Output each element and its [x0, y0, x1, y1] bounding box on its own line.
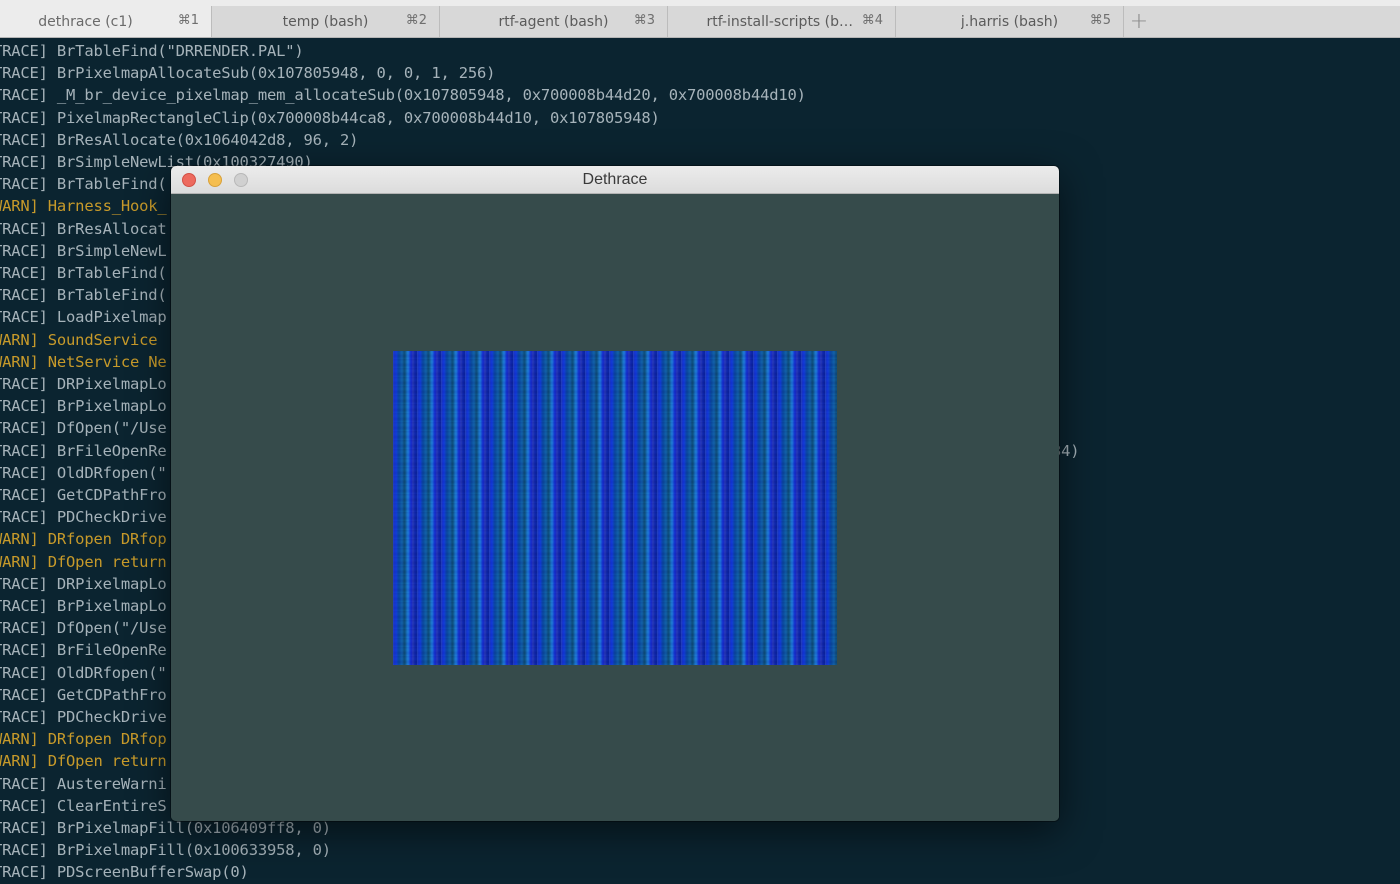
tab-j-harris[interactable]: j.harris (bash) ⌘5 [896, 6, 1124, 37]
minimize-button[interactable] [208, 173, 222, 187]
tab-shortcut: ⌘4 [861, 13, 883, 28]
terminal-line: TRACE] OldDRfopen(" [0, 663, 167, 682]
terminal-line: TRACE] BrPixelmapLo [0, 397, 167, 416]
terminal-line: TRACE] BrResAllocate(0x1064042d8, 96, 2) [0, 130, 359, 149]
tab-shortcut: ⌘5 [1089, 13, 1111, 28]
tab-shortcut: ⌘2 [405, 13, 427, 28]
terminal-line: TRACE] BrTableFind( [0, 264, 167, 282]
tab-label: j.harris (bash) [960, 13, 1059, 30]
terminal-line: TRACE] _M_br_device_pixelmap_mem_allocat… [0, 86, 806, 105]
terminal-line: TRACE] BrTableFind( [0, 175, 167, 194]
zoom-button[interactable] [234, 173, 248, 187]
tab-label: dethrace (c1) [38, 13, 133, 30]
terminal-line: WARN] DfOpen return [0, 752, 167, 771]
terminal-line: WARN] SoundService [0, 330, 158, 349]
terminal-line: TRACE] LoadPixelmap [0, 308, 167, 327]
terminal-line: TRACE] DfOpen("/Use [0, 619, 167, 638]
terminal-line: WARN] DRfopen DRfop [0, 730, 167, 749]
window-title: Dethrace [582, 171, 648, 188]
window-titlebar[interactable]: Dethrace [171, 166, 1059, 194]
terminal-line: TRACE] BrPixelmapFill(0x100633958, 0) [0, 841, 331, 860]
tab-label: rtf-agent (bash) [498, 13, 609, 30]
terminal-line: TRACE] GetCDPathFro [0, 486, 167, 504]
terminal-line: TRACE] BrFileOpenRe [0, 641, 167, 660]
terminal-line: TRACE] GetCDPathFro [0, 685, 167, 704]
terminal-line: TRACE] AustereWarni [0, 774, 167, 793]
desktop: dethrace (c1) ⌘1 temp (bash) ⌘2 rtf-agen… [0, 0, 1400, 884]
terminal-line: TRACE] BrSimpleNewL [0, 241, 167, 260]
terminal-line: TRACE] DfOpen("/Use [0, 419, 167, 438]
tab-rtf-install-scripts[interactable]: rtf-install-scripts (ba... ⌘4 [668, 6, 896, 37]
terminal-line: TRACE] DRPixelmapLo [0, 375, 167, 393]
tab-temp[interactable]: temp (bash) ⌘2 [212, 6, 440, 37]
terminal-line: TRACE] BrTableFind("DRRENDER.PAL") [0, 42, 304, 60]
terminal-line: TRACE] BrTableFind( [0, 286, 167, 305]
terminal-line: TRACE] DRPixelmapLo [0, 574, 167, 593]
terminal-line: TRACE] BrPixelmapAllocateSub(0x107805948… [0, 64, 496, 83]
game-viewport[interactable] [171, 194, 1059, 821]
dethrace-window[interactable]: Dethrace [171, 166, 1059, 821]
tab-shortcut: ⌘3 [633, 13, 655, 28]
terminal-line: TRACE] OldDRfopen(" [0, 463, 167, 482]
terminal-line: WARN] DfOpen return [0, 552, 167, 571]
terminal-line: TRACE] PDCheckDrive [0, 708, 167, 726]
terminal-line: TRACE] BrFileOpenRe [0, 441, 167, 460]
tab-dethrace[interactable]: dethrace (c1) ⌘1 [0, 6, 212, 37]
tab-shortcut: ⌘1 [177, 13, 199, 28]
terminal-line: WARN] NetService Ne [0, 352, 167, 371]
tab-rtf-agent[interactable]: rtf-agent (bash) ⌘3 [440, 6, 668, 37]
tab-label: temp (bash) [282, 13, 369, 30]
terminal-tab-bar: dethrace (c1) ⌘1 temp (bash) ⌘2 rtf-agen… [0, 0, 1400, 38]
terminal-line: TRACE] PDCheckDrive [0, 508, 167, 527]
terminal-line: TRACE] BrPixelmapLo [0, 597, 167, 615]
game-render-output [393, 351, 837, 665]
tab-label: rtf-install-scripts (ba... [706, 13, 857, 30]
terminal-line: TRACE] ClearEntireS [0, 796, 167, 815]
new-tab-button[interactable]: + [1124, 6, 1154, 37]
terminal-line: TRACE] BrResAllocat [0, 219, 167, 238]
terminal-line: WARN] DRfopen DRfop [0, 530, 167, 549]
terminal-line: WARN] Harness_Hook_ [0, 197, 167, 216]
close-button[interactable] [182, 173, 196, 187]
terminal-line: TRACE] PixelmapRectangleClip(0x700008b44… [0, 108, 660, 127]
terminal-line: TRACE] PDScreenBufferSwap(0) [0, 863, 249, 882]
